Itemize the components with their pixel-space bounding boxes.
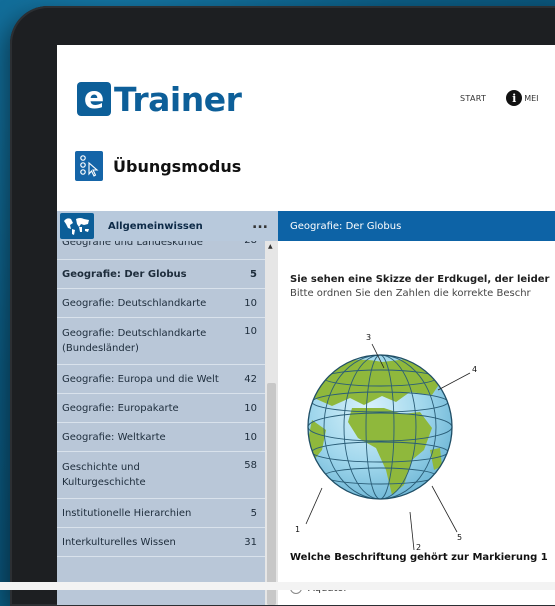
topic-label: Geschichte und Kulturgeschichte <box>62 462 146 488</box>
scrollbar-thumb[interactable] <box>267 383 276 605</box>
logo-e-mark: e <box>77 82 111 116</box>
topic-label: Geografie: Deutschlandkarte (Bundeslände… <box>62 328 207 354</box>
nav-mein-link[interactable]: MEI <box>524 94 538 103</box>
sidebar-title: Allgemeinwissen <box>108 220 203 232</box>
topic-count: 10 <box>244 297 257 309</box>
topic-count: 5 <box>250 507 257 519</box>
sidebar-scrollbar[interactable]: ▲ <box>265 241 278 605</box>
etrainer-logo[interactable]: e Trainer <box>77 79 242 119</box>
bottom-strip <box>0 582 555 590</box>
mode-label: Übungsmodus <box>113 156 242 176</box>
topic-header: Geografie: Der Globus <box>278 211 555 241</box>
task-question: Sie sehen eine Skizze der Erdkugel, der … <box>290 274 550 285</box>
topic-label: Geografie: Der Globus <box>62 268 187 280</box>
sidebar-item-der-globus[interactable]: Geografie: Der Globus 5 <box>57 260 265 289</box>
topic-count: 31 <box>244 536 257 548</box>
question-text: Welche Beschriftung gehört zur Markierun… <box>290 552 548 563</box>
topic-count: 42 <box>244 373 257 385</box>
topic-label: Geografie: Weltkarte <box>62 431 166 443</box>
globe-label-1: 1 <box>295 525 300 534</box>
sidebar-item-europa-und-die-welt[interactable]: Geografie: Europa und die Welt 42 <box>57 365 265 394</box>
sidebar-item-europakarte[interactable]: Geografie: Europakarte 10 <box>57 394 265 423</box>
globe-label-5: 5 <box>457 533 462 542</box>
sidebar-item-interkulturelles-wissen[interactable]: Interkulturelles Wissen 31 <box>57 528 265 557</box>
logo-wordmark: Trainer <box>114 79 242 119</box>
sidebar-item-institutionelle-hierarchien[interactable]: Institutionelle Hierarchien 5 <box>57 499 265 528</box>
sidebar-item-geschichte[interactable]: Geschichte und Kulturgeschichte 58 <box>57 452 265 499</box>
sidebar-item-weltkarte[interactable]: Geografie: Weltkarte 10 <box>57 423 265 452</box>
topic-count: 58 <box>244 460 257 471</box>
mode-indicator: Übungsmodus <box>75 151 241 181</box>
topic-count: 28 <box>223 241 265 246</box>
scroll-up-arrow-icon[interactable]: ▲ <box>268 243 273 250</box>
tablet-frame: e Trainer START i MEI Übungsmodus Allgem… <box>10 6 555 606</box>
globe-label-3: 3 <box>366 333 371 342</box>
topic-label: Geografie: Europa und die Welt <box>62 373 219 385</box>
sidebar-item-deutschlandkarte[interactable]: Geografie: Deutschlandkarte 10 <box>57 289 265 318</box>
app-screen: e Trainer START i MEI Übungsmodus Allgem… <box>57 45 555 605</box>
topic-count: 10 <box>244 326 257 337</box>
info-icon[interactable]: i <box>506 90 523 106</box>
topic-count: 10 <box>244 402 257 414</box>
topic-label: Geografie: Europakarte <box>62 402 179 414</box>
sidebar-item-geografie-landeskunde[interactable]: Geografie und Landeskunde 28 <box>57 241 265 260</box>
topic-label: Institutionelle Hierarchien <box>62 507 192 519</box>
task-instruction: Bitte ordnen Sie den Zahlen die korrekte… <box>290 288 531 299</box>
globe-illustration: 3 4 1 2 5 <box>295 333 477 550</box>
topic-count: 10 <box>244 431 257 443</box>
globe-label-4: 4 <box>472 365 477 374</box>
globe-label-2: 2 <box>416 543 421 550</box>
sidebar-header[interactable]: Allgemeinwissen ... <box>57 211 278 241</box>
pointer-cursor-icon <box>75 151 103 181</box>
sidebar-item-deutschlandkarte-bundeslaender[interactable]: Geografie: Deutschlandkarte (Bundeslände… <box>57 318 265 365</box>
world-map-icon <box>60 213 94 239</box>
nav-start-link[interactable]: START <box>460 94 486 103</box>
topic-label: Geografie: Deutschlandkarte <box>62 297 207 309</box>
top-navigation: START i MEI <box>460 90 539 106</box>
topic-label: Geografie und Landeskunde <box>62 241 203 248</box>
topic-list: Geografie und Landeskunde 28 Geografie: … <box>57 241 265 605</box>
topic-count: 5 <box>250 268 257 280</box>
topic-label: Interkulturelles Wissen <box>62 536 176 548</box>
more-options-icon[interactable]: ... <box>252 216 268 232</box>
task-text: Sie sehen eine Skizze der Erdkugel, der … <box>290 274 555 299</box>
